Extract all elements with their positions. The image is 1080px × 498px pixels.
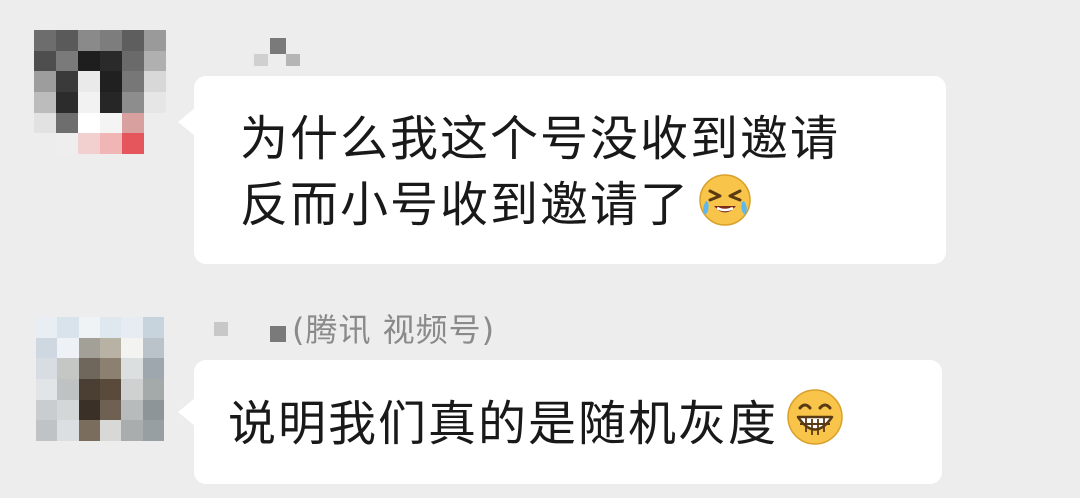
sender-name-mosaic xyxy=(254,54,268,66)
avatar-sender-1[interactable] xyxy=(34,30,166,154)
sender-tag: (腾讯 视频号) xyxy=(292,311,496,349)
message-line: 为什么我这个号没收到邀请 xyxy=(240,111,841,167)
sender-name-mosaic xyxy=(286,54,300,66)
sender-name-mosaic xyxy=(270,38,286,54)
sender-name-mosaic xyxy=(270,326,286,342)
avatar-sender-2[interactable] xyxy=(36,317,164,441)
grin-emoji-icon xyxy=(786,388,844,463)
message-text: 为什么我这个号没收到邀请 反而小号收到邀请了 xyxy=(240,106,840,244)
message-bubble[interactable]: 为什么我这个号没收到邀请 反而小号收到邀请了 xyxy=(178,76,946,264)
sender-name-mosaic xyxy=(214,322,228,336)
message-line: 反而小号收到邀请了 xyxy=(240,172,840,244)
message-bubble[interactable]: 说明我们真的是随机灰度 xyxy=(178,360,942,484)
crying-laugh-emoji-icon xyxy=(698,173,752,244)
message-line: 说明我们真的是随机灰度 xyxy=(228,388,844,463)
message-text: 说明我们真的是随机灰度 xyxy=(228,388,844,463)
